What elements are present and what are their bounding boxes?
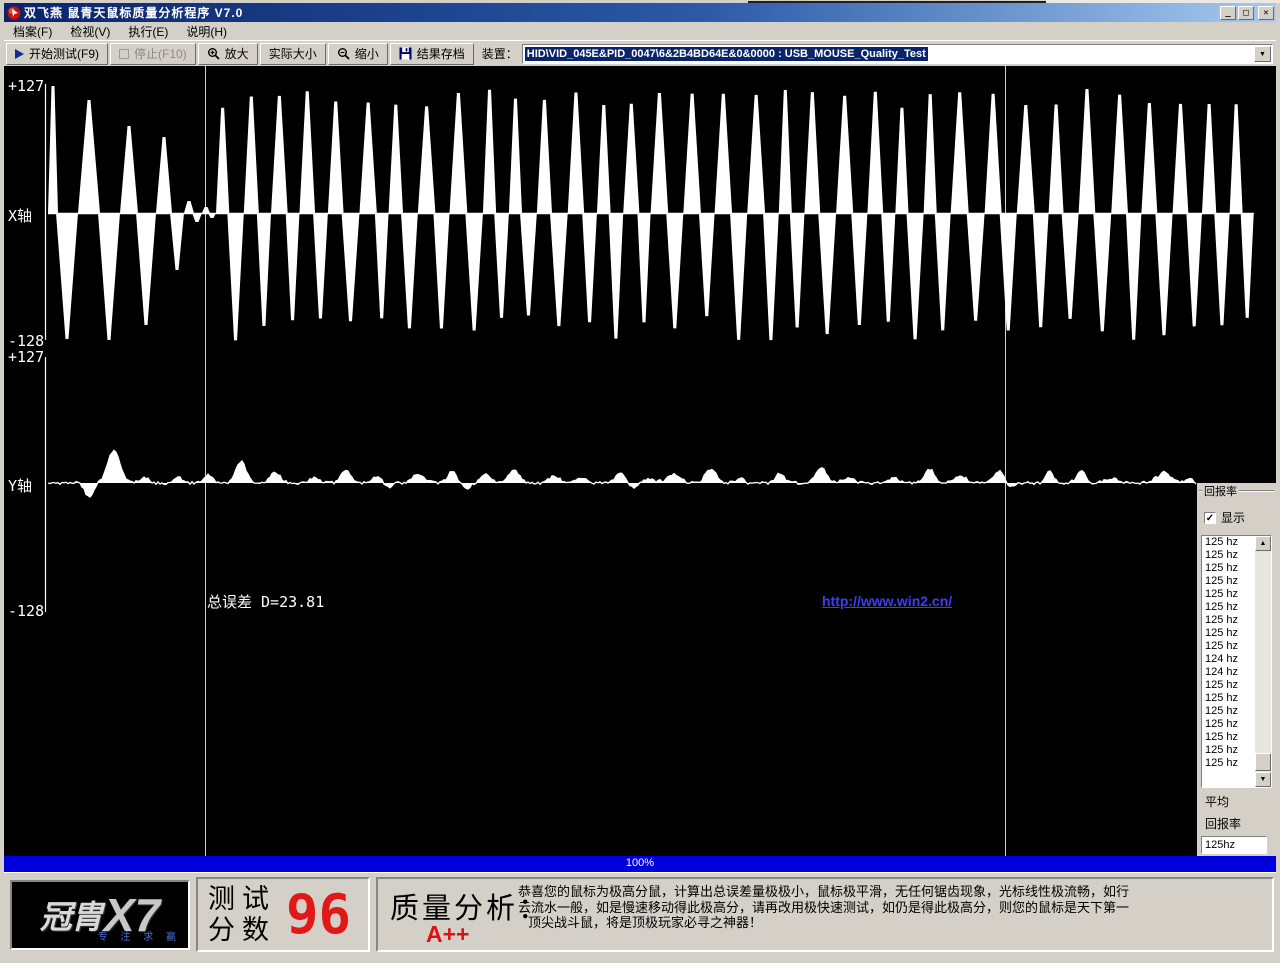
rate-listbox[interactable]: 125 hz125 hz125 hz125 hz125 hz125 hz125 … — [1201, 535, 1272, 788]
menu-view[interactable]: 检视(V) — [61, 22, 119, 41]
rate-item[interactable]: 125 hz — [1202, 718, 1255, 731]
y-axis-title: Y轴 — [8, 475, 32, 496]
footer-panel: 冠胄 X7 专 注 求 赢 测试 分数 96 质量分析： A++ 恭喜您的鼠标为… — [4, 872, 1276, 959]
show-checkbox[interactable]: ✓ — [1204, 512, 1216, 524]
progress-value: 100% — [626, 857, 654, 869]
test-score-value: 96 — [286, 885, 351, 945]
rate-item[interactable]: 125 hz — [1202, 731, 1255, 744]
combo-dropdown-button[interactable]: ▼ — [1254, 46, 1271, 62]
test-score-label: 测试 分数 — [208, 884, 276, 946]
stop-icon — [119, 49, 129, 59]
rate-item[interactable]: 125 hz — [1202, 575, 1255, 588]
brand-name: 冠胄 — [40, 892, 102, 938]
waveform-plot — [4, 66, 1276, 856]
zoom-in-button[interactable]: 放大 — [198, 43, 258, 65]
scroll-down-button[interactable]: ▼ — [1255, 772, 1271, 787]
report-rate-panel: 回报率 ✓ 显示 125 hz125 hz125 hz125 hz125 hz1… — [1197, 483, 1276, 856]
chevron-down-icon: ▼ — [1259, 51, 1266, 58]
average-label-line2: 回报率 — [1205, 815, 1241, 832]
rate-list-scrollbar[interactable]: ▲ ▼ — [1255, 536, 1271, 787]
device-combobox[interactable]: HID\VID_045E&PID_0047\6&2B4BD64E&0&0000 … — [522, 44, 1273, 64]
start-test-button[interactable]: 开始测试(F9) — [6, 43, 108, 65]
zoom-out-button[interactable]: 缩小 — [328, 43, 388, 65]
actual-size-button[interactable]: 实际大小 — [260, 43, 326, 65]
play-icon — [15, 49, 24, 59]
window-bottom-edge — [0, 959, 1280, 963]
rate-item[interactable]: 124 hz — [1202, 653, 1255, 666]
app-window: 双飞燕 鼠青天鼠标质量分析程序 V7.0 _ □ ✕ 档案(F) 检视(V) 执… — [0, 0, 1280, 963]
brand-logo: 冠胄 X7 专 注 求 赢 — [10, 880, 190, 950]
device-label: 装置： — [482, 45, 518, 62]
rate-item[interactable]: 125 hz — [1202, 705, 1255, 718]
device-value: HID\VID_045E&PID_0047\6&2B4BD64E&0&0000 … — [525, 47, 928, 61]
maximize-button[interactable]: □ — [1238, 6, 1254, 20]
rate-item[interactable]: 125 hz — [1202, 614, 1255, 627]
quality-analysis-box: 质量分析： A++ 恭喜您的鼠标为极高分鼠，计算出总误差量极极小，鼠标极平滑，无… — [376, 877, 1274, 952]
arrow-up-icon: ▲ — [1260, 540, 1267, 547]
rate-item[interactable]: 125 hz — [1202, 757, 1255, 770]
test-score-box: 测试 分数 96 — [196, 877, 370, 952]
show-checkbox-row[interactable]: ✓ 显示 — [1204, 509, 1245, 526]
rate-item[interactable]: 125 hz — [1202, 744, 1255, 757]
progress-bar: 100% — [4, 856, 1276, 872]
zoom-out-icon — [337, 47, 350, 60]
save-icon — [399, 47, 412, 60]
scrollbar-thumb[interactable] — [1255, 753, 1271, 771]
brand-slogan: 专 注 求 赢 — [98, 928, 181, 943]
zoom-in-icon — [207, 47, 220, 60]
show-label: 显示 — [1221, 509, 1245, 526]
rate-item[interactable]: 125 hz — [1202, 627, 1255, 640]
app-icon — [7, 6, 21, 20]
rate-item[interactable]: 125 hz — [1202, 536, 1255, 549]
save-results-button[interactable]: 结果存档 — [390, 43, 474, 65]
x-axis-max-label: +127 — [8, 77, 44, 95]
window-title: 双飞燕 鼠青天鼠标质量分析程序 V7.0 — [24, 4, 1218, 21]
scroll-up-button[interactable]: ▲ — [1255, 536, 1271, 551]
rate-item[interactable]: 124 hz — [1202, 666, 1255, 679]
y-axis-max-label: +127 — [8, 348, 44, 366]
menu-run[interactable]: 执行(E) — [119, 22, 177, 41]
menu-help[interactable]: 说明(H) — [177, 22, 236, 41]
y-axis-min-label: -128 — [8, 602, 44, 620]
minimize-button[interactable]: _ — [1220, 6, 1236, 20]
arrow-down-icon: ▼ — [1260, 776, 1267, 783]
check-icon: ✓ — [1206, 513, 1214, 524]
average-rate-field[interactable]: 125hz — [1201, 836, 1267, 854]
rate-item[interactable]: 125 hz — [1202, 549, 1255, 562]
menu-bar: 档案(F) 检视(V) 执行(E) 说明(H) — [4, 22, 1276, 40]
x-axis-title: X轴 — [8, 205, 32, 226]
rate-item[interactable]: 125 hz — [1202, 588, 1255, 601]
average-label-line1: 平均 — [1205, 793, 1229, 810]
report-rate-group-label: 回报率 — [1202, 483, 1239, 499]
website-link[interactable]: http://www.win2.cn/ — [822, 593, 952, 609]
rate-item[interactable]: 125 hz — [1202, 679, 1255, 692]
quality-grade: A++ — [426, 921, 469, 948]
menu-file[interactable]: 档案(F) — [4, 22, 61, 41]
rate-item[interactable]: 125 hz — [1202, 692, 1255, 705]
stop-button: 停止(F10) — [110, 43, 196, 65]
rate-item[interactable]: 125 hz — [1202, 601, 1255, 614]
rate-item[interactable]: 125 hz — [1202, 640, 1255, 653]
close-button[interactable]: ✕ — [1258, 6, 1274, 20]
toolbar: 开始测试(F9) 停止(F10) 放大 实际大小 缩小 — [4, 40, 1276, 66]
rate-list: 125 hz125 hz125 hz125 hz125 hz125 hz125 … — [1202, 536, 1255, 770]
rate-item[interactable]: 125 hz — [1202, 562, 1255, 575]
quality-analysis-text: 恭喜您的鼠标为极高分鼠，计算出总误差量极极小，鼠标极平滑，无任何锯齿现象，光标线… — [518, 884, 1266, 931]
oscilloscope-area: +127 X轴 -128 +127 Y轴 -128 总误差 D=23.81 ht… — [4, 66, 1276, 856]
total-error-readout: 总误差 D=23.81 — [207, 591, 324, 612]
title-bar[interactable]: 双飞燕 鼠青天鼠标质量分析程序 V7.0 _ □ ✕ — [4, 3, 1276, 22]
